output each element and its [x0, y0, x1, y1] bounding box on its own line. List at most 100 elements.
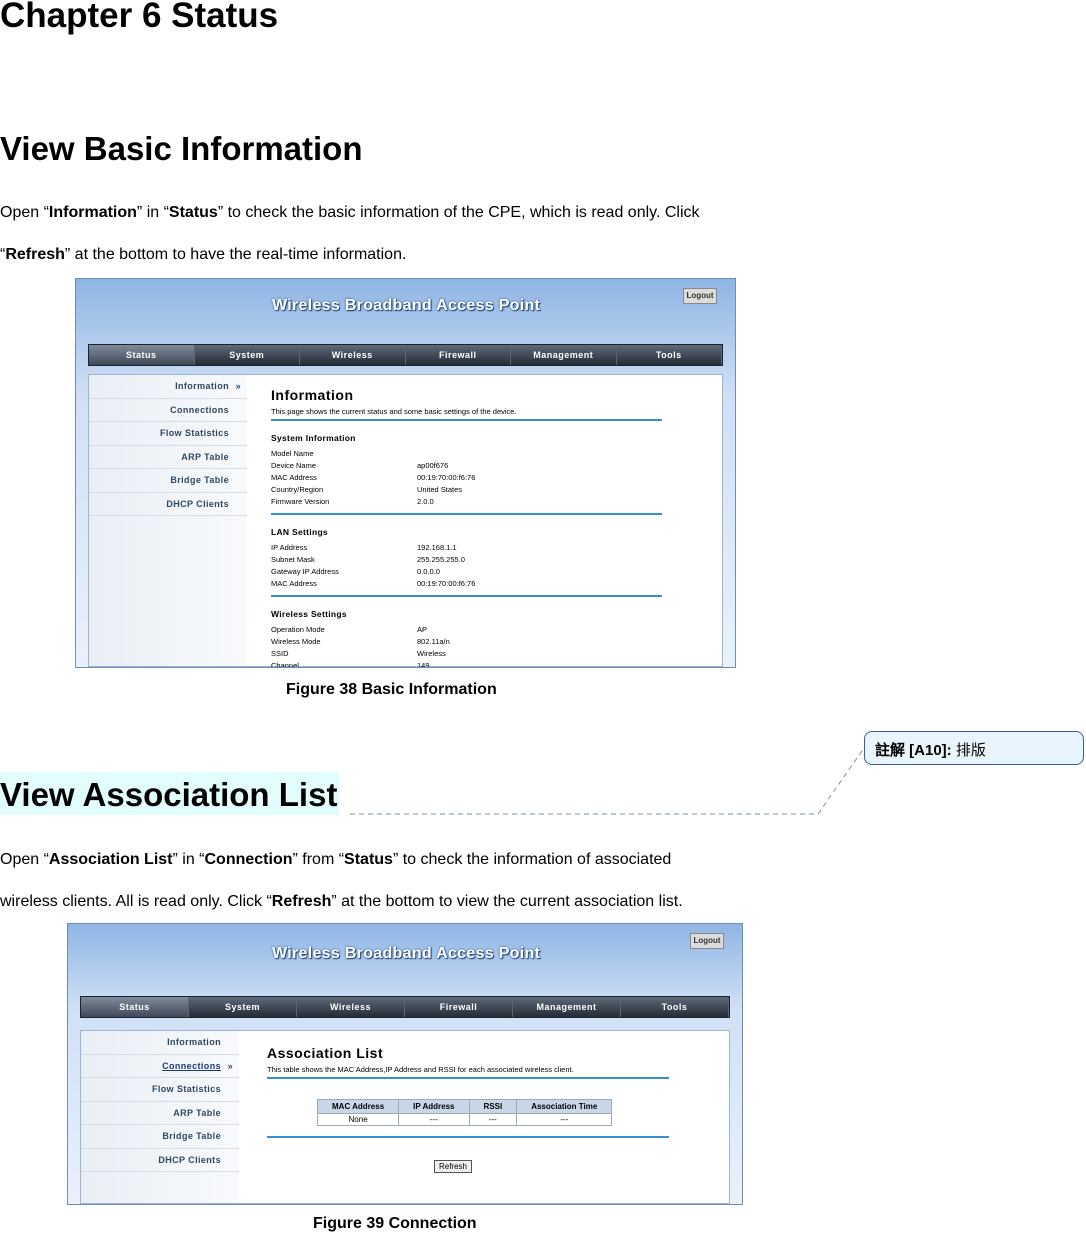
logout-button[interactable]: Logout	[690, 933, 724, 949]
information-content: Information This page shows the current …	[271, 375, 662, 668]
info-value	[417, 449, 662, 461]
info-row: SSID Wireless	[271, 649, 662, 661]
info-value: AP	[417, 625, 428, 634]
info-label: Operation Mode	[271, 625, 325, 634]
info-label: SSID	[271, 649, 289, 658]
info-row: Channel 149	[271, 661, 662, 668]
tab-management[interactable]: Management	[511, 345, 617, 365]
association-content: Association List This table shows the MA…	[267, 1031, 669, 1174]
page-title: Information	[271, 387, 354, 403]
sidebar-item-bridge-table[interactable]: Bridge Table	[81, 1125, 239, 1149]
comment-text: 排版	[951, 742, 986, 759]
info-row: MAC Address 00:19:70:00:f6:76	[271, 473, 662, 485]
paragraph-association-list: Open “Association List” in “Connection” …	[0, 851, 683, 910]
tab-status[interactable]: Status	[81, 997, 189, 1017]
info-value: Wireless	[417, 649, 446, 658]
sidebar-item-dhcp-clients[interactable]: DHCP Clients	[89, 493, 247, 516]
info-label: Device Name	[271, 461, 317, 470]
tab-tools[interactable]: Tools	[617, 345, 722, 365]
column-header: IP Address	[398, 1099, 470, 1114]
group-title: LAN Settings	[271, 527, 328, 537]
sidebar-item-arp-table[interactable]: ARP Table	[89, 446, 247, 469]
section-title-basic-info: View Basic Information	[0, 130, 363, 167]
info-label: Model Name	[271, 449, 314, 458]
tab-firewall[interactable]: Firewall	[406, 345, 511, 365]
divider	[267, 1136, 669, 1138]
brand-title: Wireless Broadband Access Point	[272, 297, 541, 314]
refresh-button[interactable]: Refresh	[433, 1160, 472, 1173]
divider	[271, 513, 662, 515]
tab-system[interactable]: System	[189, 997, 297, 1017]
info-label: Country/Region	[271, 485, 324, 494]
sidebar-item-flow-statistics[interactable]: Flow Statistics	[81, 1078, 239, 1102]
info-row: Firmware Version 2.0.0	[271, 497, 662, 509]
comment-label: 註解 [A10]:	[875, 742, 952, 759]
sidebar-item-bridge-table[interactable]: Bridge Table	[89, 469, 247, 493]
info-label: MAC Address	[271, 473, 317, 482]
info-value: 0.0.0.0	[417, 567, 440, 576]
tab-wireless[interactable]: Wireless	[300, 345, 406, 365]
main-nav: Status System Wireless Firewall Management To…	[88, 344, 723, 366]
tab-wireless[interactable]: Wireless	[297, 997, 405, 1017]
sidebar: InformationConnectionsFlow StatisticsARP…	[89, 375, 247, 666]
sidebar-item-dhcp-clients[interactable]: DHCP Clients	[81, 1149, 239, 1172]
tab-tools[interactable]: Tools	[621, 997, 729, 1017]
main-nav: Status System Wireless Firewall Management To…	[80, 996, 730, 1018]
table-cell: ---	[398, 1113, 470, 1126]
info-value: 2.0.0	[417, 497, 434, 506]
tab-status[interactable]: Status	[89, 345, 195, 365]
content-panel: InformationConnectionsFlow StatisticsARP…	[80, 1030, 730, 1204]
info-value: 00:19:70:00:f6:76	[417, 473, 476, 482]
info-value: ap00f676	[417, 461, 449, 470]
tab-system[interactable]: System	[195, 345, 300, 365]
info-value: 802.11a/n	[417, 637, 450, 646]
info-value: 00:19:70:00:f6:76	[417, 579, 476, 588]
paragraph-basic-info: Open “Information” in “Status” to check …	[0, 204, 700, 263]
figure-38-caption: Figure 38 Basic Information	[286, 681, 497, 698]
chapter-title: Chapter 6 Status	[0, 0, 279, 35]
tab-management[interactable]: Management	[513, 997, 621, 1017]
divider	[271, 595, 662, 597]
sidebar-item-flow-statistics[interactable]: Flow Statistics	[89, 422, 247, 446]
info-row: Country/Region United States	[271, 485, 662, 497]
content-panel: InformationConnectionsFlow StatisticsARP…	[88, 374, 723, 667]
info-row: MAC Address 00:19:70:00:f6:76	[271, 579, 662, 591]
info-row: Subnet Mask 255.255.255.0	[271, 555, 662, 567]
info-row: IP Address 192.168.1.1	[271, 543, 662, 555]
info-value: 149	[417, 661, 430, 668]
figure-39-caption: Figure 39 Connection	[313, 1215, 477, 1232]
sidebar-item-connections[interactable]: Connections	[81, 1055, 239, 1078]
info-row: Device Name ap00f676	[271, 461, 662, 473]
sidebar-item-arp-table[interactable]: ARP Table	[81, 1102, 239, 1125]
page-description: This page shows the current status and s…	[271, 407, 662, 421]
info-label: Subnet Mask	[271, 555, 315, 564]
figure-basic-information: Wireless Broadband Access Point Logout S…	[75, 278, 736, 668]
column-header: Association Time	[516, 1099, 613, 1114]
sidebar-item-information[interactable]: Information	[89, 375, 247, 399]
brand-title: Wireless Broadband Access Point	[272, 945, 541, 962]
page-description: This table shows the MAC Address,IP Addr…	[267, 1065, 669, 1079]
info-label: Wireless Mode	[271, 637, 321, 646]
table-cell: ---	[516, 1113, 613, 1126]
info-label: Gateway IP Address	[271, 567, 339, 576]
info-row: Wireless Mode 802.11a/n	[271, 637, 662, 649]
logout-button[interactable]: Logout	[683, 288, 717, 304]
column-header: MAC Address	[316, 1099, 400, 1114]
info-value: United States	[417, 485, 463, 494]
sidebar-item-information[interactable]: Information	[81, 1031, 239, 1055]
sidebar: InformationConnectionsFlow StatisticsARP…	[81, 1031, 239, 1203]
group-title: System Information	[271, 433, 356, 443]
comment-balloon: 註解 [A10]: 排版	[864, 731, 1084, 765]
column-header: RSSI	[468, 1099, 518, 1114]
figure-connection: Wireless Broadband Access Point Logout S…	[67, 923, 743, 1205]
info-row: Gateway IP Address 0.0.0.0	[271, 567, 662, 579]
info-value: 192.168.1.1	[417, 543, 457, 552]
info-row: Operation Mode AP	[271, 625, 662, 637]
info-label: MAC Address	[271, 579, 317, 588]
sidebar-item-connections[interactable]: Connections	[89, 399, 247, 422]
comment-connector	[350, 747, 865, 815]
table-cell: ---	[468, 1113, 518, 1126]
section-title-association-list: View Association List	[0, 772, 340, 815]
tab-firewall[interactable]: Firewall	[405, 997, 513, 1017]
info-label: Firmware Version	[271, 497, 330, 506]
